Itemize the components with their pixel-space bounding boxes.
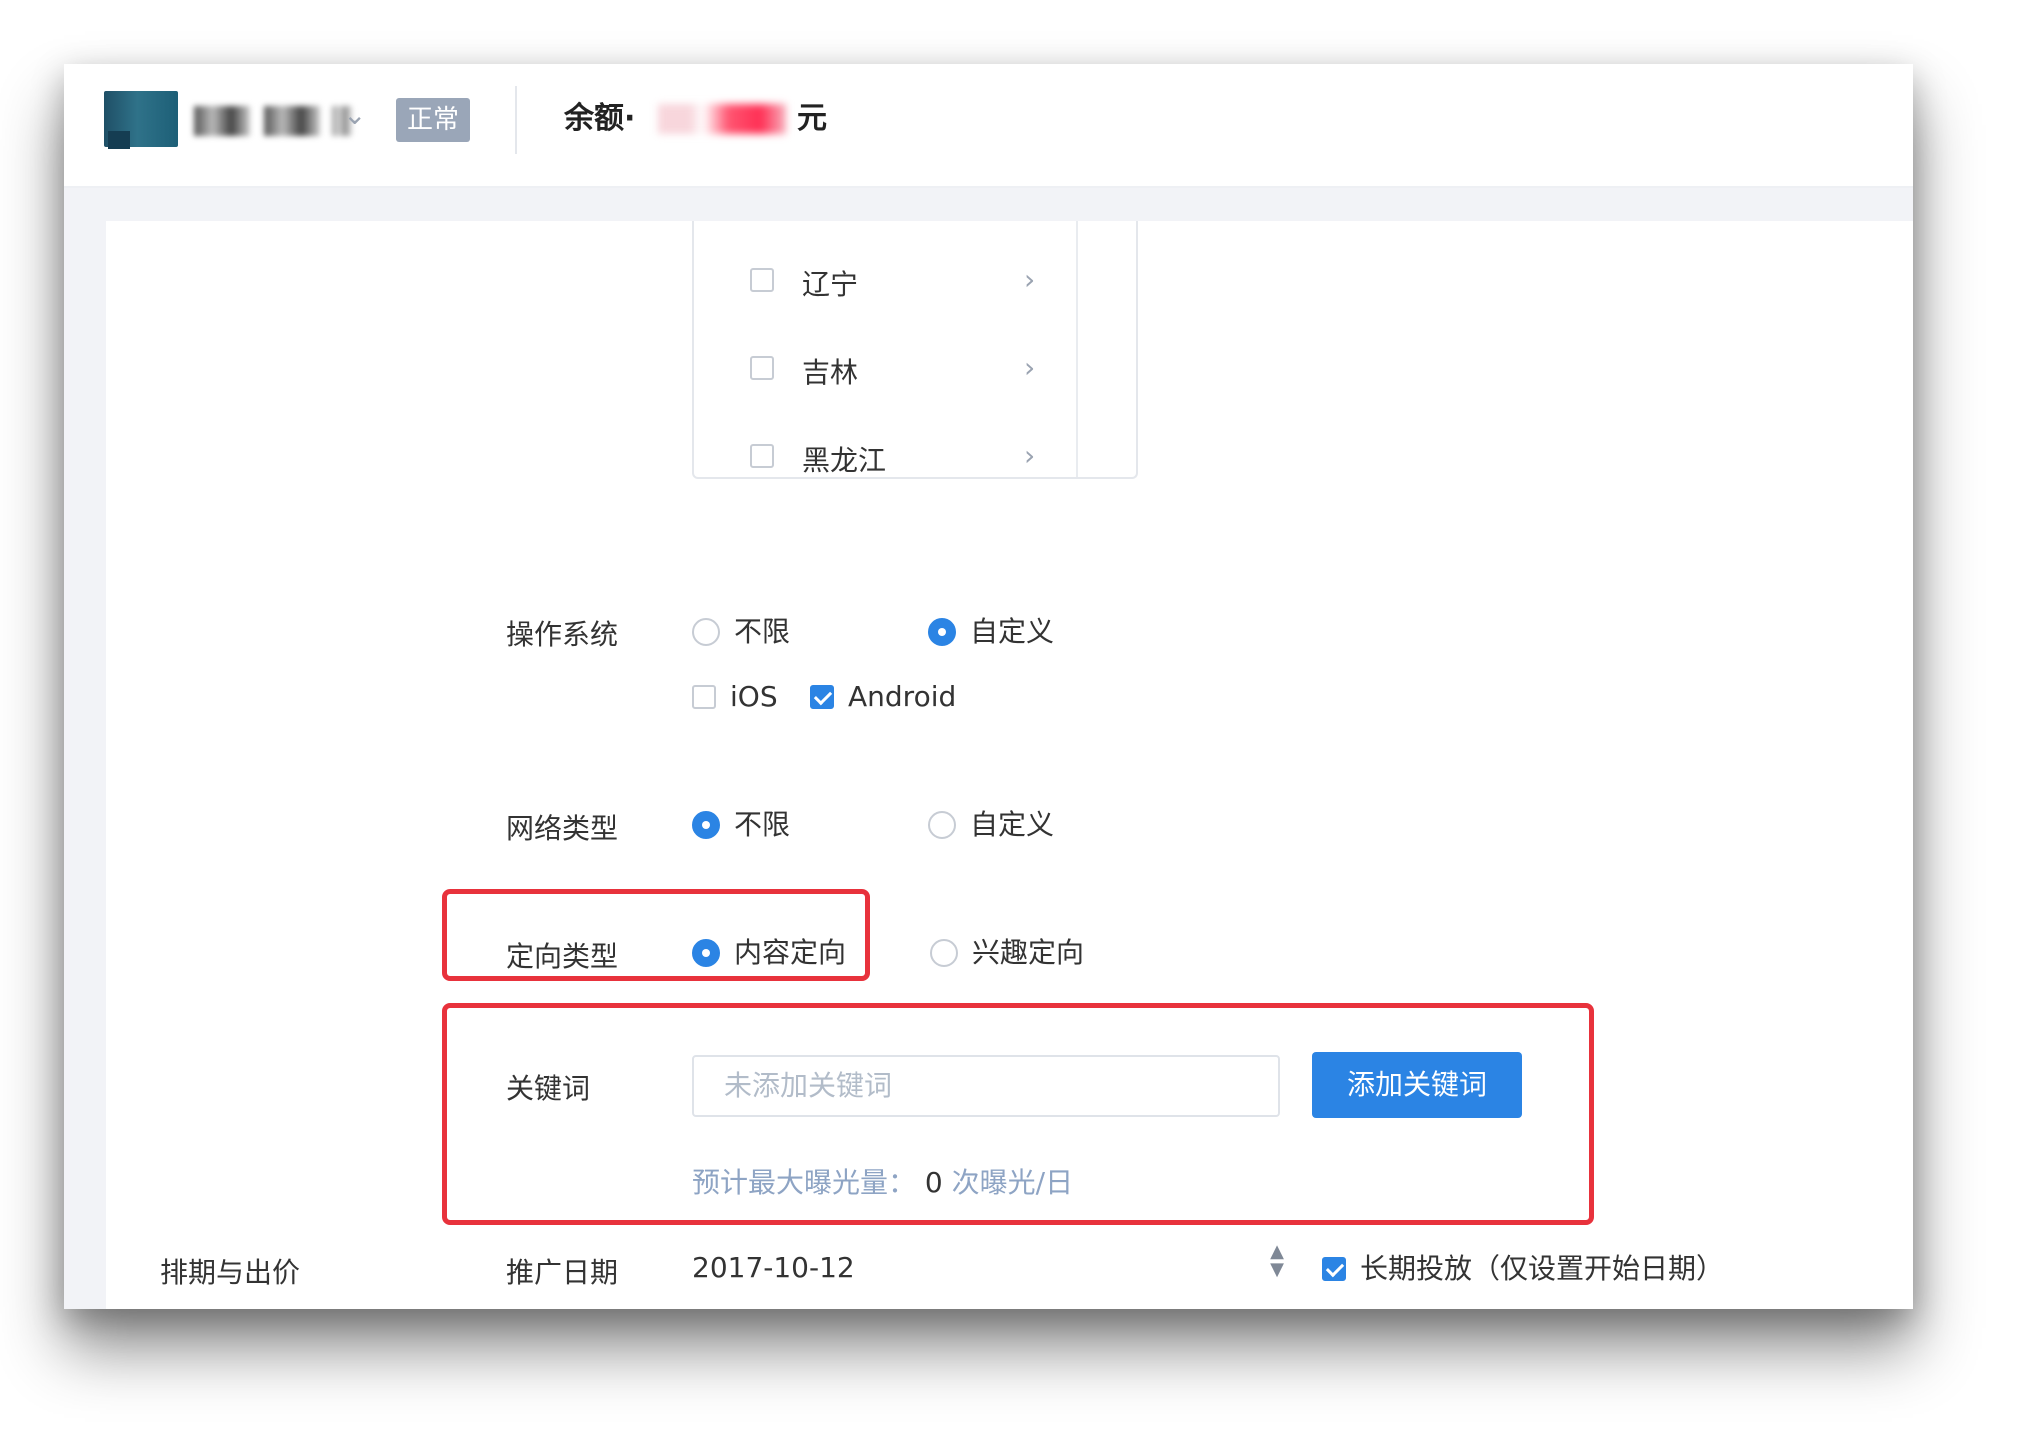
region-checkbox[interactable] [750,268,774,292]
top-bar: ⌄ 正常 余额· 元 [64,64,1913,188]
option-label: 长期投放（仅设置开始日期） [1360,1252,1725,1285]
region-list-scrollbar[interactable] [1076,221,1078,477]
form-content: 辽宁 › 吉林 › 黑龙江 › 操作系统 不限 自定义 iOS Android … [106,221,1913,1309]
balance-label: 余额· [564,101,636,136]
radio-button[interactable] [692,618,720,646]
add-keyword-button[interactable]: 添加关键词 [1312,1052,1522,1118]
date-stepper-icon[interactable]: ▲ ▼ [1262,1243,1292,1293]
radio-button-selected[interactable] [928,618,956,646]
account-name-redacted [194,106,250,136]
chevron-right-icon[interactable]: › [1024,263,1035,296]
account-switch-chevron-icon[interactable]: ⌄ [343,98,366,131]
option-label: 不限 [734,808,791,841]
chevron-right-icon[interactable]: › [1024,439,1035,472]
keywords-label: 关键词 [506,1072,591,1105]
list-item[interactable]: 辽宁 › [750,259,1050,303]
option-label: 自定义 [970,615,1055,648]
status-badge: 正常 [396,98,470,142]
option-label: 兴趣定向 [972,936,1085,969]
account-name-redacted [264,106,320,136]
region-checkbox[interactable] [750,444,774,468]
radio-button-selected[interactable] [692,811,720,839]
network-label: 网络类型 [506,812,619,845]
os-label: 操作系统 [506,618,619,651]
region-list: 辽宁 › 吉林 › 黑龙江 › [692,221,1138,479]
estimate-prefix: 预计最大曝光量： [692,1166,917,1199]
section-label-schedule: 排期与出价 [160,1256,301,1289]
option-label: Android [848,680,957,713]
targeting-label: 定向类型 [506,940,619,973]
balance-amount-redacted [658,104,786,134]
date-field[interactable]: 2017-10-12 [692,1251,855,1284]
radio-button[interactable] [928,811,956,839]
region-checkbox[interactable] [750,356,774,380]
region-label: 吉林 [802,356,859,389]
option-label: 不限 [734,615,791,648]
estimate-suffix: 次曝光/日 [951,1166,1074,1199]
balance-unit: 元 [797,101,827,136]
date-label: 推广日期 [506,1256,619,1289]
checkbox-checked[interactable] [1322,1257,1346,1281]
radio-button-selected[interactable] [692,939,720,967]
header-divider [515,86,517,154]
region-label: 辽宁 [802,268,859,301]
checkbox[interactable] [692,685,716,709]
option-label: 内容定向 [734,936,847,969]
exposure-estimate: 预计最大曝光量： 0 次曝光/日 [692,1161,1073,1201]
list-item[interactable]: 黑龙江 › [750,435,1050,479]
account-avatar [104,91,178,149]
chevron-right-icon[interactable]: › [1024,351,1035,384]
list-item[interactable]: 吉林 › [750,347,1050,391]
option-label: iOS [730,680,778,713]
checkbox-checked[interactable] [810,685,834,709]
estimate-value: 0 [924,1166,943,1199]
app-window: ⌄ 正常 余额· 元 辽宁 › 吉林 › 黑龙江 › 操作系统 不限 自定义 i… [64,64,1913,1309]
region-label: 黑龙江 [802,444,887,477]
radio-button[interactable] [930,939,958,967]
option-label: 自定义 [970,808,1055,841]
keyword-input[interactable]: 未添加关键词 [692,1055,1280,1117]
